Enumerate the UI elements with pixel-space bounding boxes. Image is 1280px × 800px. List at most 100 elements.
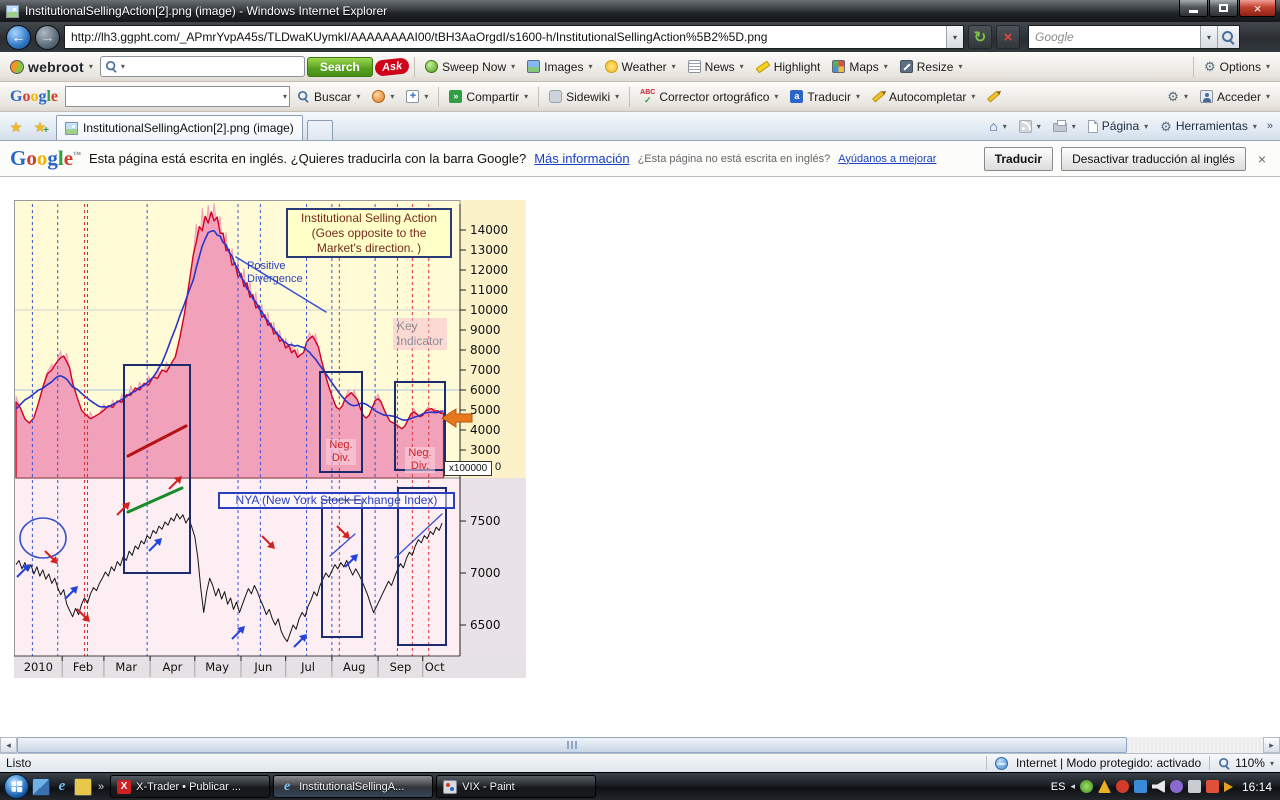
tray-collapse-button[interactable]: ◂ <box>1070 781 1075 792</box>
feeds-button[interactable]: ▾ <box>1014 117 1046 136</box>
address-input[interactable] <box>65 26 946 48</box>
horizontal-scrollbar[interactable]: ◂ ▸ <box>0 737 1280 753</box>
tray-icon[interactable] <box>1080 780 1093 793</box>
quick-launch-ie[interactable]: e <box>53 778 71 796</box>
close-icon[interactable]: × <box>1254 151 1270 167</box>
add-favorite-button[interactable]: ★+ <box>28 116 52 138</box>
start-button[interactable] <box>4 774 29 799</box>
webroot-search-button[interactable]: Search <box>307 57 373 77</box>
scroll-left-button[interactable]: ◂ <box>0 737 17 753</box>
more-info-link[interactable]: Más información <box>534 151 629 166</box>
webroot-item-resize[interactable]: Resize▾ <box>895 57 968 77</box>
google-add-button[interactable]: +▾ <box>401 87 433 106</box>
webroot-search-input[interactable] <box>127 60 300 74</box>
printer-icon <box>1053 123 1067 132</box>
tray-icon[interactable] <box>1188 780 1201 793</box>
forward-button[interactable]: → <box>35 25 60 50</box>
tick-label: 9000 <box>470 323 501 337</box>
stop-button[interactable]: × <box>996 25 1020 49</box>
tray-icon[interactable] <box>1134 780 1147 793</box>
item-label: Maps <box>849 60 878 74</box>
search-go-button[interactable] <box>1217 26 1239 48</box>
google-sign-in-button[interactable]: Acceder▾ <box>1195 87 1275 107</box>
webroot-item-highlight[interactable]: Highlight <box>751 57 826 77</box>
address-dropdown-button[interactable]: ▾ <box>946 26 963 48</box>
webroot-menu[interactable]: webroot ▾ <box>5 56 98 78</box>
webroot-item-sweep-now[interactable]: Sweep Now▾ <box>420 57 520 77</box>
google-settings-button[interactable]: ⚙▾ <box>1162 87 1193 106</box>
disable-translation-button[interactable]: Desactivar traducción al inglés <box>1061 147 1246 171</box>
chart-image[interactable]: 1400013000120001100010000900080007000600… <box>14 200 526 678</box>
back-button[interactable]: ← <box>6 25 31 50</box>
minimize-icon <box>1189 10 1198 13</box>
scroll-track[interactable] <box>17 737 1263 753</box>
quick-launch-app[interactable] <box>74 778 92 796</box>
google-toolbar-right: ⚙▾ Acceder▾ <box>1162 87 1275 107</box>
google-gadget-button[interactable]: ▾ <box>367 87 399 106</box>
webroot-item-weather[interactable]: Weather▾ <box>600 57 681 77</box>
image-favicon <box>65 122 78 135</box>
quick-launch-overflow[interactable]: » <box>95 781 107 793</box>
scroll-right-button[interactable]: ▸ <box>1263 737 1280 753</box>
zoom-control[interactable]: 110% ▾ <box>1218 756 1274 770</box>
google-highlighter-button[interactable] <box>982 91 1005 102</box>
address-bar[interactable]: ▾ <box>64 25 964 49</box>
google-item-autofill[interactable]: Autocompletar▾ <box>867 87 980 107</box>
tray-icon[interactable] <box>1170 780 1183 793</box>
translate-button[interactable]: Traducir <box>984 147 1053 171</box>
help-improve-link[interactable]: Ayúdanos a mejorar <box>838 153 936 165</box>
search-dropdown-button[interactable]: ▾ <box>1200 26 1217 48</box>
language-indicator[interactable]: ES <box>1051 781 1066 793</box>
tab-institutional-selling[interactable]: InstitutionalSellingAction[2].png (image… <box>56 115 303 140</box>
taskbar-button-ie-active[interactable]: e InstitutionalSellingA... <box>273 775 433 798</box>
flag-icon[interactable] <box>1224 782 1233 792</box>
paint-icon <box>443 780 457 794</box>
refresh-button[interactable]: ↻ <box>968 25 992 49</box>
tray-icon[interactable] <box>1098 780 1111 793</box>
search-input[interactable] <box>1029 26 1200 48</box>
taskbar-button-xtrader[interactable]: X X-Trader • Publicar ... <box>110 775 270 798</box>
google-search-field[interactable]: ▾ <box>65 86 290 107</box>
month-label: Mar <box>115 660 137 674</box>
google-item-spellcheck[interactable]: ABC✓Corrector ortográfico▾ <box>635 86 783 108</box>
translate-bar: Google™ Esta página está escrita en ingl… <box>0 141 1280 177</box>
webroot-item-maps[interactable]: Maps▾ <box>827 57 892 77</box>
webroot-search-field[interactable]: ▾ <box>100 56 305 77</box>
tick-label: 4000 <box>470 423 501 437</box>
tab-bar: ★ ★+ InstitutionalSellingAction[2].png (… <box>0 112 1280 141</box>
webroot-item-news[interactable]: News▾ <box>683 57 749 77</box>
clock[interactable]: 16:14 <box>1242 780 1272 794</box>
minimize-button[interactable] <box>1179 0 1208 17</box>
home-button[interactable]: ⌂▾ <box>984 116 1011 136</box>
tray-icon[interactable] <box>1206 780 1219 793</box>
separator <box>986 756 987 770</box>
google-item-share[interactable]: »Compartir▾ <box>444 87 533 107</box>
new-tab-button[interactable] <box>307 120 333 140</box>
quick-launch-flip3d[interactable] <box>32 778 50 796</box>
search-box[interactable]: ▾ <box>1028 25 1240 49</box>
maximize-button[interactable] <box>1209 0 1238 17</box>
google-search-button[interactable]: Buscar▾ <box>292 87 365 107</box>
chevron-down-icon: ▾ <box>121 62 125 71</box>
item-label: Corrector ortográfico <box>659 90 769 104</box>
window-icon <box>6 5 19 18</box>
gear-icon: ⚙ <box>1160 120 1172 133</box>
page-menu[interactable]: Página▾ <box>1083 116 1153 136</box>
google-item-sidewiki[interactable]: Sidewiki▾ <box>544 87 624 107</box>
scroll-thumb[interactable] <box>17 737 1127 753</box>
favorites-button[interactable]: ★ <box>4 116 28 138</box>
tray-icon[interactable] <box>1116 780 1129 793</box>
google-item-translate[interactable]: aTraducir▾ <box>785 87 865 107</box>
command-overflow-button[interactable]: » <box>1264 120 1276 132</box>
tools-menu[interactable]: ⚙Herramientas▾ <box>1155 116 1262 136</box>
webroot-item-images[interactable]: Images▾ <box>522 57 597 77</box>
google-logo-menu[interactable]: Google <box>5 85 63 109</box>
separator <box>1209 756 1210 770</box>
tray-icon[interactable] <box>1152 780 1165 793</box>
close-button[interactable]: × <box>1239 0 1276 17</box>
google-search-input[interactable] <box>68 90 282 104</box>
taskbar-button-paint[interactable]: VIX - Paint <box>436 775 596 798</box>
ie-icon: e <box>59 778 66 795</box>
webroot-options-menu[interactable]: ⚙Options▾ <box>1199 57 1275 77</box>
print-button[interactable]: ▾ <box>1048 117 1081 135</box>
